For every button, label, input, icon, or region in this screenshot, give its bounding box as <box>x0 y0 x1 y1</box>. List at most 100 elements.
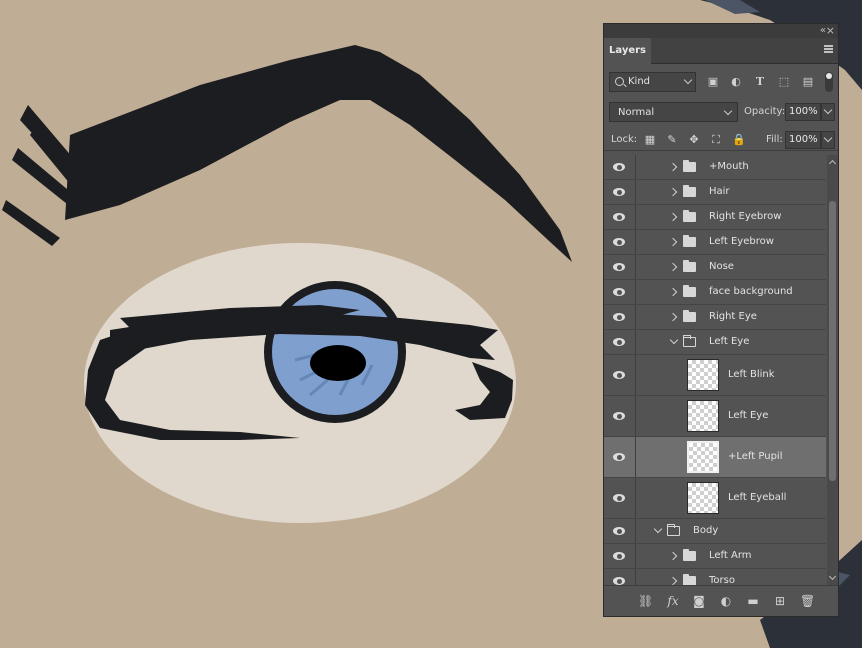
add-mask-icon[interactable]: ◙ <box>692 594 706 608</box>
layer-row[interactable]: Left Blink <box>604 355 826 396</box>
folder-icon <box>683 549 696 561</box>
layer-group-row[interactable]: Hair <box>604 180 826 205</box>
close-panel-icon[interactable]: × <box>826 24 835 37</box>
lock-paint-icon[interactable]: ✎ <box>666 134 678 146</box>
scrollbar-thumb[interactable] <box>829 201 836 481</box>
row-separator <box>635 437 636 477</box>
adjustment-layer-icon[interactable]: ◐ <box>719 594 733 608</box>
image-filter-icon[interactable]: ▣ <box>707 76 719 88</box>
layer-group-row[interactable]: Body <box>604 519 826 544</box>
collapse-panel-icon[interactable]: « <box>820 25 826 36</box>
scroll-up-icon[interactable] <box>828 159 837 168</box>
layer-group-row[interactable]: Left Arm <box>604 544 826 569</box>
shape-filter-icon[interactable]: ⬚ <box>778 76 790 88</box>
tab-layers[interactable]: Layers <box>604 38 651 64</box>
pupil <box>310 345 366 381</box>
visibility-eye-icon[interactable] <box>613 313 625 321</box>
fill-input[interactable]: 100% <box>785 131 821 149</box>
folder-open-icon <box>667 524 680 536</box>
layer-group-row[interactable]: face background <box>604 280 826 305</box>
expand-arrow-icon[interactable] <box>668 212 678 222</box>
chevron-down-icon <box>683 75 693 85</box>
visibility-eye-icon[interactable] <box>613 552 625 560</box>
lock-transparent-icon[interactable]: ▦ <box>644 134 656 146</box>
layers-bottom-toolbar: ⛓ fx ◙ ◐ ▬ ⊞ 🗑 <box>604 585 838 616</box>
collapse-arrow-icon[interactable] <box>669 335 679 345</box>
layer-name: Right Eyebrow <box>709 211 782 222</box>
visibility-eye-icon[interactable] <box>613 338 625 346</box>
layer-name: +Left Pupil <box>728 451 783 462</box>
layer-group-row[interactable]: Right Eyebrow <box>604 205 826 230</box>
folder-icon <box>683 185 696 197</box>
layer-name: face background <box>709 286 793 297</box>
visibility-eye-icon[interactable] <box>613 412 625 420</box>
layer-name: Left Eye <box>728 410 769 421</box>
folder-icon <box>683 285 696 297</box>
search-icon <box>615 77 624 86</box>
visibility-eye-icon[interactable] <box>613 238 625 246</box>
layers-scrollbar[interactable] <box>827 155 838 585</box>
panel-titlebar[interactable]: « × <box>604 24 838 38</box>
layer-group-row[interactable]: +Mouth <box>604 155 826 180</box>
expand-arrow-icon[interactable] <box>668 162 678 172</box>
trash-icon[interactable]: 🗑 <box>800 594 815 608</box>
layer-group-row[interactable]: Right Eye <box>604 305 826 330</box>
layer-group-row[interactable]: Torso <box>604 569 826 585</box>
expand-arrow-icon[interactable] <box>668 262 678 272</box>
fx-icon[interactable]: fx <box>666 594 680 608</box>
layer-name: Right Eye <box>709 311 757 322</box>
visibility-eye-icon[interactable] <box>613 288 625 296</box>
lock-label: Lock: <box>611 134 638 145</box>
panel-tabbar: Layers <box>604 38 838 64</box>
collapse-arrow-icon[interactable] <box>653 524 663 534</box>
expand-arrow-icon[interactable] <box>668 237 678 247</box>
opacity-input[interactable]: 100% <box>785 103 821 121</box>
layer-row[interactable]: Left Eyeball <box>604 478 826 519</box>
visibility-eye-icon[interactable] <box>613 494 625 502</box>
row-separator <box>635 330 636 354</box>
layer-row-selected[interactable]: +Left Pupil <box>604 437 826 478</box>
visibility-eye-icon[interactable] <box>613 453 625 461</box>
panel-menu-icon[interactable] <box>824 45 833 53</box>
scroll-down-icon[interactable] <box>828 572 837 581</box>
row-separator <box>635 569 636 585</box>
layers-list: +Mouth Hair Right Eyebrow Left Eyebrow N… <box>604 155 826 585</box>
new-group-icon[interactable]: ▬ <box>746 594 760 608</box>
row-separator <box>635 155 636 179</box>
visibility-eye-icon[interactable] <box>613 527 625 535</box>
expand-arrow-icon[interactable] <box>668 551 678 561</box>
visibility-eye-icon[interactable] <box>613 188 625 196</box>
layer-group-row[interactable]: Left Eyebrow <box>604 230 826 255</box>
visibility-eye-icon[interactable] <box>613 263 625 271</box>
expand-arrow-icon[interactable] <box>668 576 678 585</box>
new-layer-icon[interactable]: ⊞ <box>773 594 787 608</box>
filter-kind-select[interactable]: Kind <box>609 72 696 92</box>
layer-thumbnail <box>687 359 719 391</box>
lock-artboard-icon[interactable]: ⛶ <box>710 134 722 146</box>
smart-object-filter-icon[interactable]: ▤ <box>802 76 814 88</box>
blend-row: Normal Opacity: 100% <box>604 101 838 123</box>
opacity-dropdown[interactable] <box>821 103 835 121</box>
row-separator <box>635 205 636 229</box>
layer-row[interactable]: Left Eye <box>604 396 826 437</box>
layer-group-row[interactable]: Nose <box>604 255 826 280</box>
expand-arrow-icon[interactable] <box>668 312 678 322</box>
lock-all-icon[interactable]: 🔒 <box>732 134 746 146</box>
visibility-eye-icon[interactable] <box>613 371 625 379</box>
link-layers-icon[interactable]: ⛓ <box>638 594 653 608</box>
layer-name: Nose <box>709 261 734 272</box>
visibility-eye-icon[interactable] <box>613 577 625 585</box>
folder-icon <box>683 160 696 172</box>
adjustment-filter-icon[interactable]: ◐ <box>730 76 742 88</box>
filter-toggle[interactable] <box>825 72 833 92</box>
lock-position-icon[interactable]: ✥ <box>688 134 700 146</box>
visibility-eye-icon[interactable] <box>613 213 625 221</box>
expand-arrow-icon[interactable] <box>668 187 678 197</box>
fill-dropdown[interactable] <box>821 131 835 149</box>
type-filter-icon[interactable]: T <box>754 76 766 88</box>
layer-group-row[interactable]: Left Eye <box>604 330 826 355</box>
layer-name: +Mouth <box>709 161 749 172</box>
blend-mode-select[interactable]: Normal <box>609 102 738 122</box>
expand-arrow-icon[interactable] <box>668 287 678 297</box>
visibility-eye-icon[interactable] <box>613 163 625 171</box>
